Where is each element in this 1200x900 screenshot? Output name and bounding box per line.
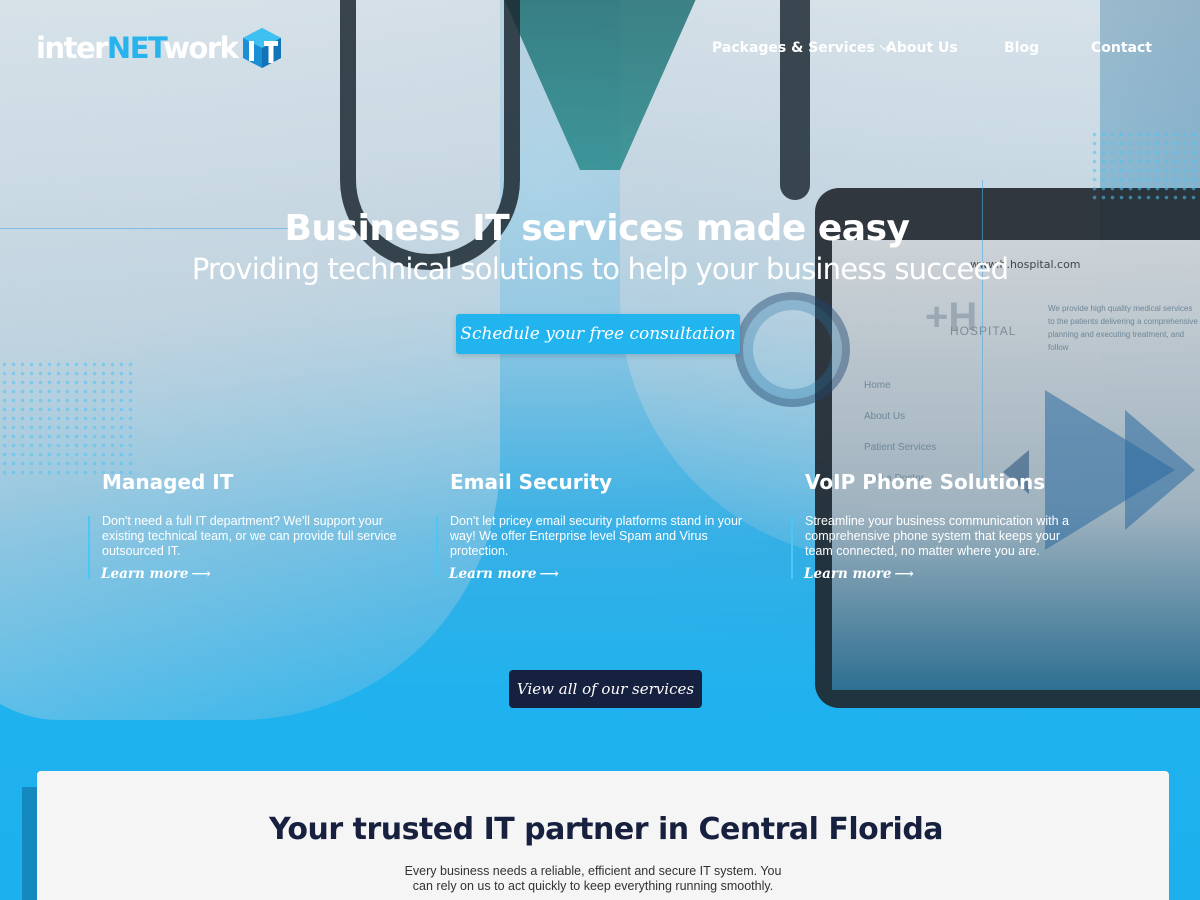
service-accent-bar — [88, 516, 90, 579]
schedule-consultation-button[interactable]: Schedule your free consultation — [456, 314, 740, 354]
hero-title: Business IT services made easy — [284, 208, 910, 249]
arrow-right-icon: ⟶ — [191, 566, 211, 582]
partner-title: Your trusted IT partner in Central Flori… — [268, 812, 944, 847]
logo-cube-icon — [241, 27, 283, 69]
nav-about-us[interactable]: About Us — [886, 40, 958, 56]
tablet-nav-item: Home — [864, 380, 891, 391]
service-title: Managed IT — [102, 470, 234, 494]
service-description: Don't let pricey email security platform… — [450, 514, 743, 558]
decor-circle — [735, 292, 850, 407]
tablet-nav-item: About Us — [864, 411, 906, 422]
stethoscope-tube — [780, 0, 810, 200]
arrow-right-icon: ⟶ — [894, 566, 914, 582]
decor-dots — [1090, 130, 1200, 200]
nav-blog[interactable]: Blog — [1004, 40, 1039, 56]
decor-triangle — [1125, 410, 1195, 530]
learn-more-link[interactable]: Learn more ⟶ — [804, 566, 914, 582]
tablet-blurb: We provide high quality medical services… — [1048, 304, 1198, 352]
learn-more-link[interactable]: Learn more ⟶ — [449, 566, 559, 582]
learn-more-link[interactable]: Learn more ⟶ — [101, 566, 211, 582]
decor-dots — [0, 360, 135, 480]
hero-background: www.h.hospital.com +H HOSPITAL We provid… — [0, 0, 1200, 900]
service-accent-bar — [791, 516, 793, 579]
partner-text: Every business needs a reliable, efficie… — [404, 864, 782, 893]
arrow-right-icon: ⟶ — [539, 566, 559, 582]
hero-subtitle: Providing technical solutions to help yo… — [191, 252, 1009, 286]
service-accent-bar — [436, 516, 438, 579]
tablet-nav-item: Patient Services — [864, 442, 937, 453]
logo-wordmark: interNETwork — [36, 31, 239, 65]
service-title: Email Security — [450, 470, 613, 494]
service-description: Streamline your business communication w… — [805, 514, 1070, 558]
nav-contact[interactable]: Contact — [1091, 40, 1152, 56]
nav-packages-services[interactable]: Packages & Services — [712, 40, 890, 56]
site-logo[interactable]: interNETwork — [36, 26, 283, 70]
service-title: VoIP Phone Solutions — [805, 470, 1046, 494]
service-description: Don't need a full IT department? We'll s… — [102, 514, 397, 558]
tablet-brand-sub: HOSPITAL — [950, 324, 1017, 338]
view-all-services-button[interactable]: View all of our services — [509, 670, 702, 708]
